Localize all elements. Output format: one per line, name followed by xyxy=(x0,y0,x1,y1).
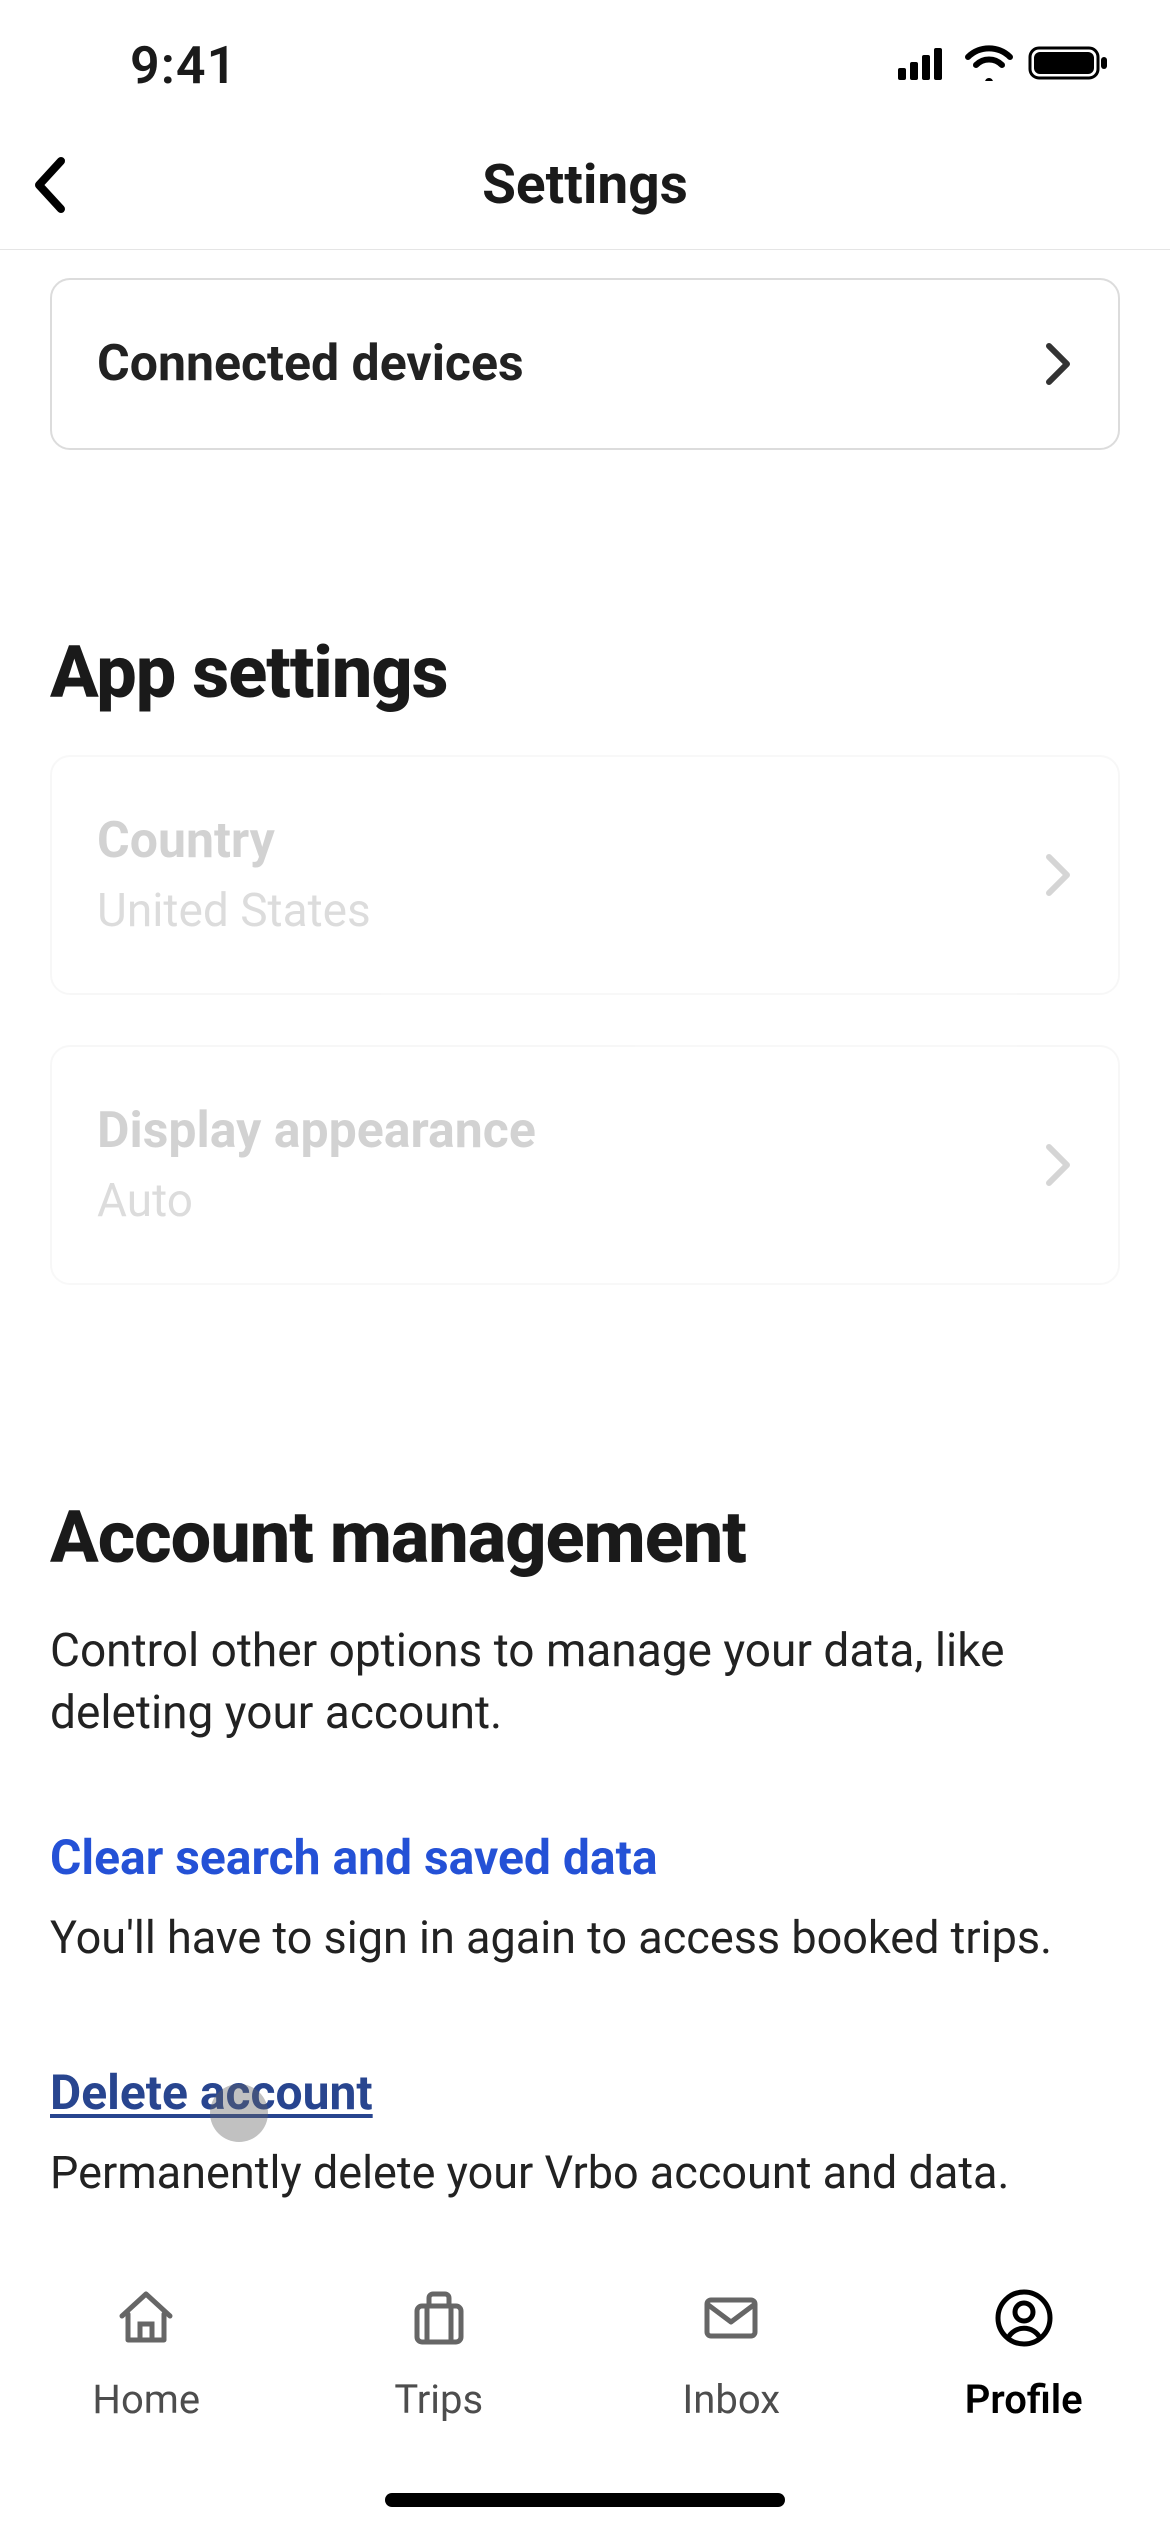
tab-home-label: Home xyxy=(92,2376,200,2423)
status-bar: 9:41 xyxy=(0,0,1170,120)
home-indicator xyxy=(385,2493,785,2507)
tab-inbox-label: Inbox xyxy=(682,2376,780,2423)
country-value: United States xyxy=(97,884,371,938)
home-icon xyxy=(110,2282,182,2358)
tab-inbox[interactable]: Inbox xyxy=(585,2282,878,2423)
clear-data-desc: You'll have to sign in again to access b… xyxy=(50,1908,1120,1969)
delete-account-desc: Permanently delete your Vrbo account and… xyxy=(50,2143,1120,2204)
status-time: 9:41 xyxy=(60,35,237,96)
chevron-right-icon xyxy=(1043,1141,1073,1189)
tab-profile[interactable]: Profile xyxy=(878,2282,1170,2423)
status-indicators xyxy=(898,44,1110,86)
account-management-subtitle: Control other options to manage your dat… xyxy=(50,1620,1120,1744)
country-row[interactable]: Country United States xyxy=(50,755,1120,995)
profile-icon xyxy=(988,2282,1060,2358)
account-management-heading: Account management xyxy=(50,1495,1120,1580)
touch-indicator xyxy=(210,2084,268,2142)
app-settings-heading: App settings xyxy=(50,630,1120,715)
display-appearance-value: Auto xyxy=(97,1174,536,1228)
suitcase-icon xyxy=(403,2282,475,2358)
tab-profile-label: Profile xyxy=(965,2376,1083,2423)
chevron-left-icon xyxy=(31,155,69,215)
clear-data-link[interactable]: Clear search and saved data xyxy=(50,1829,658,1886)
tab-home[interactable]: Home xyxy=(0,2282,293,2423)
page-header: Settings xyxy=(0,120,1170,250)
display-appearance-row[interactable]: Display appearance Auto xyxy=(50,1045,1120,1285)
battery-icon xyxy=(1028,44,1110,86)
tab-trips[interactable]: Trips xyxy=(293,2282,586,2423)
back-button[interactable] xyxy=(20,155,80,215)
mail-icon xyxy=(695,2282,767,2358)
connected-devices-row[interactable]: Connected devices xyxy=(50,278,1120,450)
page-title: Settings xyxy=(482,153,688,217)
tab-bar: Home Trips Inbox Profile xyxy=(0,2242,1170,2532)
country-label: Country xyxy=(97,812,371,870)
cellular-icon xyxy=(898,46,950,84)
connected-devices-label: Connected devices xyxy=(97,335,524,393)
wifi-icon xyxy=(964,45,1014,85)
chevron-right-icon xyxy=(1043,340,1073,388)
chevron-right-icon xyxy=(1043,851,1073,899)
display-appearance-label: Display appearance xyxy=(97,1102,536,1160)
tab-trips-label: Trips xyxy=(394,2376,483,2423)
